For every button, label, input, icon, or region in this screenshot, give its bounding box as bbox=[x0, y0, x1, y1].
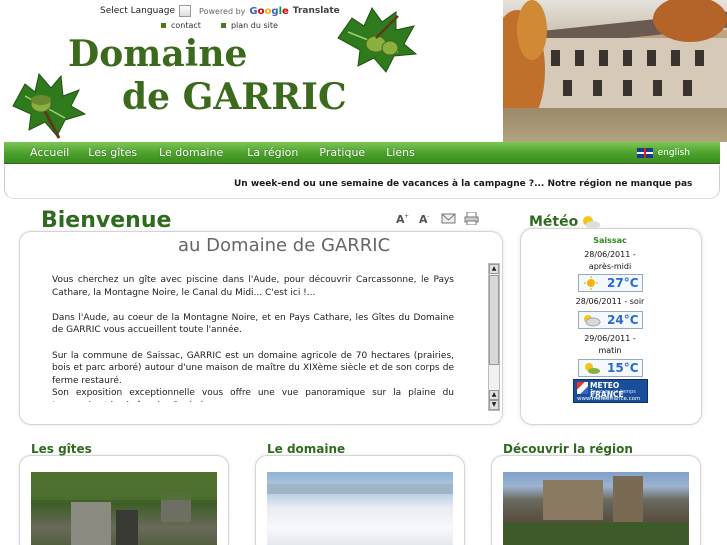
language-dropdown-icon[interactable] bbox=[179, 5, 192, 17]
email-icon[interactable] bbox=[441, 212, 456, 225]
scroll-down-icon[interactable]: ▼ bbox=[489, 400, 499, 410]
bullet-icon bbox=[161, 23, 166, 28]
domain-house-photo bbox=[503, 0, 727, 142]
welcome-text: Vous cherchez un gîte avec piscine dans … bbox=[52, 274, 454, 402]
site-header: Select Language Powered by Google Transl… bbox=[0, 0, 727, 142]
tagline-text: Un week-end ou une semaine de vacances à… bbox=[234, 179, 693, 189]
page-tools: A + A- bbox=[395, 212, 479, 225]
nav-item-liens[interactable]: Liens bbox=[386, 146, 415, 159]
welcome-subtitle: au Domaine de GARRIC bbox=[178, 235, 391, 256]
meteo-city: Saissac bbox=[593, 236, 627, 245]
nav-item-gites[interactable]: Les gîtes bbox=[88, 146, 137, 159]
gites-photo[interactable] bbox=[31, 472, 217, 545]
forecast-date: 29/06/2011 - bbox=[584, 334, 636, 343]
forecast-row: 15°C bbox=[578, 359, 643, 377]
powered-by-label: Powered by bbox=[199, 6, 246, 16]
google-logo: Google bbox=[249, 5, 289, 17]
sitemap-link[interactable]: plan du site bbox=[220, 21, 278, 30]
welcome-paragraph: Sur la commune de Saissac, GARRIC est un… bbox=[52, 350, 454, 386]
forecast-temp: 27°C bbox=[607, 276, 639, 290]
site-logo-line2[interactable]: de GARRIC bbox=[122, 76, 347, 118]
forecast-row: 24°C bbox=[578, 311, 643, 329]
sun-icon bbox=[584, 276, 598, 290]
english-language-link[interactable]: english bbox=[636, 148, 690, 158]
english-label: english bbox=[657, 148, 690, 158]
top-links: contact plan du site bbox=[161, 21, 278, 30]
scroll-up-icon[interactable]: ▲ bbox=[489, 264, 499, 274]
scroll-thumb[interactable] bbox=[489, 275, 499, 365]
welcome-paragraph: Vous cherchez un gîte avec piscine dans … bbox=[52, 275, 454, 298]
font-decrease-icon[interactable]: A- bbox=[418, 212, 433, 225]
sun-cloud-icon bbox=[585, 363, 600, 374]
forecast-period: après-midi bbox=[588, 262, 632, 271]
sun-cloud-icon bbox=[583, 216, 601, 229]
welcome-heading: Bienvenue bbox=[41, 208, 172, 233]
domaine-photo[interactable] bbox=[267, 472, 453, 545]
forecast-date: 28/06/2011 - bbox=[584, 250, 636, 259]
forecast-temp: 24°C bbox=[607, 313, 639, 327]
oak-leaf-acorn-icon bbox=[12, 72, 87, 139]
language-selector[interactable]: Select Language Powered by Google Transl… bbox=[100, 5, 340, 17]
section-title-domaine[interactable]: Le domaine bbox=[267, 442, 345, 456]
site-logo-line1[interactable]: Domaine bbox=[68, 33, 247, 75]
oak-leaf-acorn-icon bbox=[337, 6, 418, 73]
nav-item-accueil[interactable]: Accueil bbox=[30, 146, 69, 159]
uk-flag-icon bbox=[636, 148, 653, 158]
partly-cloudy-icon bbox=[584, 315, 601, 327]
nav-item-domaine[interactable]: Le domaine bbox=[159, 146, 223, 159]
forecast-date: 28/06/2011 - soir bbox=[575, 297, 645, 306]
print-icon[interactable] bbox=[464, 212, 479, 225]
scroll-up-icon[interactable]: ▲ bbox=[489, 390, 499, 400]
meteo-france-logo[interactable]: METEO FRANCE Toujours un temps d'avance … bbox=[573, 379, 648, 403]
select-language-label[interactable]: Select Language bbox=[100, 6, 175, 16]
welcome-scrollbar[interactable]: ▲ ▲ ▼ bbox=[488, 263, 500, 411]
region-photo[interactable] bbox=[503, 472, 689, 545]
section-title-gites[interactable]: Les gîtes bbox=[31, 442, 92, 456]
svg-text:-: - bbox=[427, 213, 429, 220]
nav-item-pratique[interactable]: Pratique bbox=[319, 146, 365, 159]
welcome-paragraph: Son exposition exceptionnelle vous offre… bbox=[52, 388, 454, 402]
bullet-icon bbox=[220, 23, 226, 28]
nav-item-region[interactable]: La région bbox=[247, 146, 298, 159]
main-nav: Accueil Les gîtes Le domaine La région P… bbox=[4, 142, 720, 164]
welcome-paragraph: Dans l'Aude, au coeur de la Montagne Noi… bbox=[52, 312, 454, 336]
forecast-temp: 15°C bbox=[607, 361, 639, 375]
forecast-period: matin bbox=[598, 346, 622, 355]
font-increase-icon[interactable]: A + bbox=[395, 212, 410, 225]
forecast-row: 27°C bbox=[578, 274, 643, 292]
contact-link[interactable]: contact bbox=[161, 21, 201, 30]
section-title-region[interactable]: Découvrir la région bbox=[503, 442, 633, 456]
svg-text:+: + bbox=[404, 213, 409, 220]
